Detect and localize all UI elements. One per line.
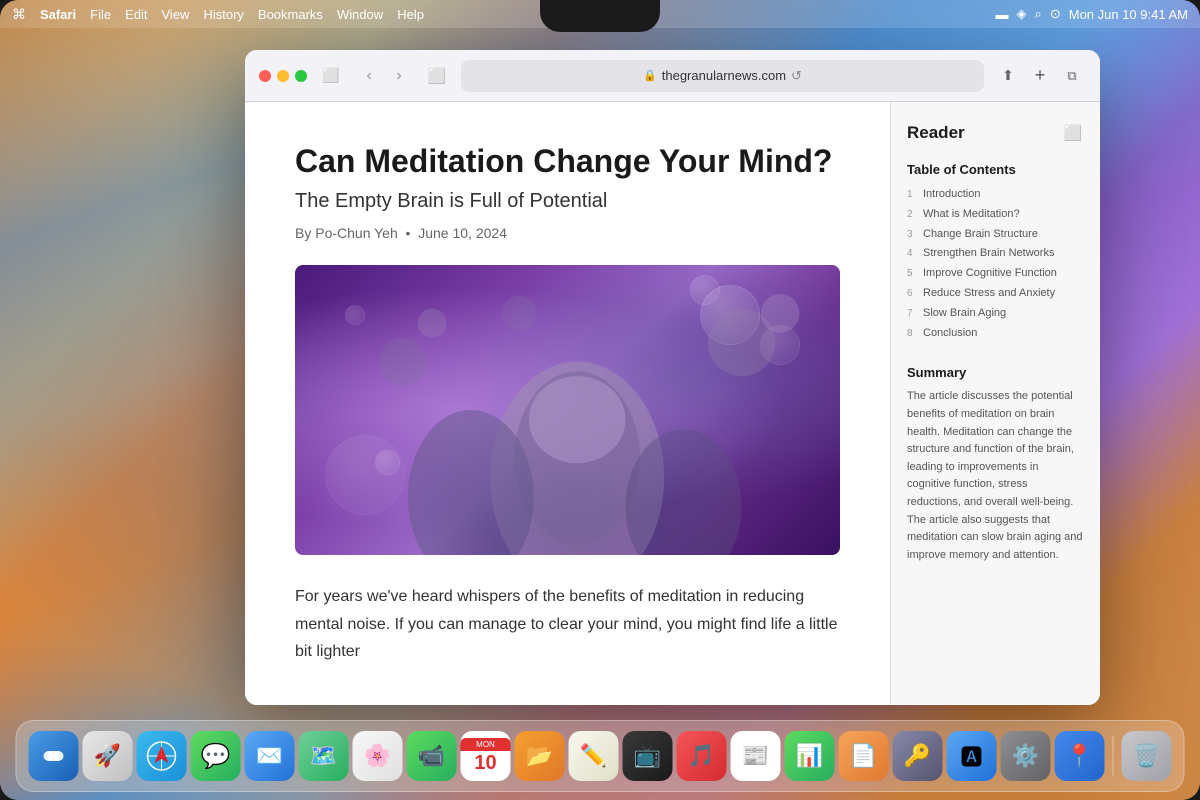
menu-bar-right: ▬ ◈ ⌕ ⊙ Mon Jun 10 9:41 AM — [996, 6, 1188, 22]
dock-icon-freeform[interactable]: ✏️ — [569, 731, 619, 781]
url-text: thegranularnews.com — [662, 68, 786, 83]
summary-title: Summary — [907, 365, 1084, 380]
reload-icon[interactable]: ↺ — [791, 68, 802, 84]
dock-icon-safari[interactable] — [137, 731, 187, 781]
menu-safari[interactable]: Safari — [40, 7, 76, 22]
menu-window[interactable]: Window — [337, 7, 383, 22]
reader-close-button[interactable]: ⬜ — [1062, 122, 1084, 144]
dock-icon-photos[interactable]: 🌸 — [353, 731, 403, 781]
back-button[interactable]: ‹ — [355, 62, 383, 90]
traffic-lights — [259, 70, 307, 82]
dock-divider — [1113, 736, 1114, 776]
menu-file[interactable]: File — [90, 7, 111, 22]
toc-item-6[interactable]: 6 Reduce Stress and Anxiety — [907, 284, 1084, 304]
article-image — [295, 265, 840, 555]
dock-icon-trash[interactable]: 🗑️ — [1122, 731, 1172, 781]
toc-item-2[interactable]: 2 What is Meditation? — [907, 205, 1084, 225]
safari-window: ⬜ ‹ › ⬜ 🔒 thegranularnews.com ↺ ⬆ + ⧉ Ca… — [245, 50, 1100, 705]
toolbar-right: ⬆ + ⧉ — [994, 62, 1086, 90]
reader-sidebar: Reader ⬜ Table of Contents 1 Introductio… — [890, 102, 1100, 705]
reader-header: Reader ⬜ — [907, 122, 1084, 144]
menu-history[interactable]: History — [203, 7, 243, 22]
dock-icon-appletv[interactable]: 📺 — [623, 731, 673, 781]
safari-content: Can Meditation Change Your Mind? The Emp… — [245, 102, 1100, 705]
control-center-icon[interactable]: ⊙ — [1050, 6, 1061, 22]
menu-bar-left: ⌘ Safari File Edit View History Bookmark… — [12, 6, 424, 23]
article-subtitle: The Empty Brain is Full of Potential — [295, 190, 840, 213]
close-button[interactable] — [259, 70, 271, 82]
article-body: For years we've heard whispers of the be… — [295, 583, 840, 665]
dock: 🚀 💬 ✉️ 🗺️ 🌸 📹 MON 10 📂 ✏️ 📺 🎵 📰 📊 — [16, 720, 1185, 792]
toc-item-3[interactable]: 3 Change Brain Structure — [907, 225, 1084, 245]
share-button[interactable]: ⬆ — [994, 62, 1022, 90]
notch — [540, 0, 660, 32]
menu-bookmarks[interactable]: Bookmarks — [258, 7, 323, 22]
toc-item-5[interactable]: 5 Improve Cognitive Function — [907, 264, 1084, 284]
toc-item-7[interactable]: 7 Slow Brain Aging — [907, 304, 1084, 324]
fullscreen-button[interactable] — [295, 70, 307, 82]
dock-icon-maps[interactable]: 🗺️ — [299, 731, 349, 781]
dock-icon-finder[interactable] — [29, 731, 79, 781]
dock-icon-music[interactable]: 🎵 — [677, 731, 727, 781]
dock-icon-files[interactable]: 📂 — [515, 731, 565, 781]
wifi-icon: ◈ — [1017, 6, 1027, 22]
article-meta: By Po-Chun Yeh • June 10, 2024 — [295, 225, 840, 241]
datetime-display: Mon Jun 10 9:41 AM — [1069, 7, 1188, 22]
summary-text: The article discusses the potential bene… — [907, 388, 1084, 564]
dock-icon-system-settings[interactable]: ⚙️ — [1001, 731, 1051, 781]
reader-title: Reader — [907, 123, 965, 143]
forward-button[interactable]: › — [385, 62, 413, 90]
minimize-button[interactable] — [277, 70, 289, 82]
dock-icon-findmy[interactable]: 📍 — [1055, 731, 1105, 781]
battery-icon: ▬ — [996, 7, 1009, 22]
address-bar[interactable]: 🔒 thegranularnews.com ↺ — [461, 60, 984, 92]
toc-item-1[interactable]: 1 Introduction — [907, 185, 1084, 205]
dock-icon-calendar[interactable]: MON 10 — [461, 731, 511, 781]
toc-item-8[interactable]: 8 Conclusion — [907, 324, 1084, 344]
menu-view[interactable]: View — [162, 7, 190, 22]
dock-icon-pages[interactable]: 📄 — [839, 731, 889, 781]
article-area[interactable]: Can Meditation Change Your Mind? The Emp… — [245, 102, 890, 705]
dock-icon-passwords[interactable]: 🔑 — [893, 731, 943, 781]
dock-icon-numbers[interactable]: 📊 — [785, 731, 835, 781]
dock-icon-facetime[interactable]: 📹 — [407, 731, 457, 781]
dock-icon-news[interactable]: 📰 — [731, 731, 781, 781]
sidebar-toggle-button[interactable]: ⬜ — [317, 62, 345, 90]
dock-icon-appstore[interactable]: 🅰 — [947, 731, 997, 781]
apple-logo-icon[interactable]: ⌘ — [12, 6, 26, 23]
safari-toolbar: ⬜ ‹ › ⬜ 🔒 thegranularnews.com ↺ ⬆ + ⧉ — [245, 50, 1100, 102]
toc-title: Table of Contents — [907, 162, 1084, 177]
new-tab-button[interactable]: + — [1026, 62, 1054, 90]
dock-icon-mail[interactable]: ✉️ — [245, 731, 295, 781]
toc-list: 1 Introduction 2 What is Meditation? 3 C… — [907, 185, 1084, 343]
lock-icon: 🔒 — [643, 69, 657, 82]
toc-item-4[interactable]: 4 Strengthen Brain Networks — [907, 244, 1084, 264]
dock-icon-launchpad[interactable]: 🚀 — [83, 731, 133, 781]
menu-edit[interactable]: Edit — [125, 7, 147, 22]
tab-overview-button[interactable]: ⧉ — [1058, 62, 1086, 90]
macbook-frame: ⌘ Safari File Edit View History Bookmark… — [0, 0, 1200, 800]
search-icon[interactable]: ⌕ — [1035, 6, 1042, 22]
article-title: Can Meditation Change Your Mind? — [295, 142, 840, 180]
dock-icon-messages[interactable]: 💬 — [191, 731, 241, 781]
nav-buttons: ‹ › — [355, 62, 413, 90]
menu-help[interactable]: Help — [397, 7, 424, 22]
reader-view-button[interactable]: ⬜ — [423, 62, 451, 90]
